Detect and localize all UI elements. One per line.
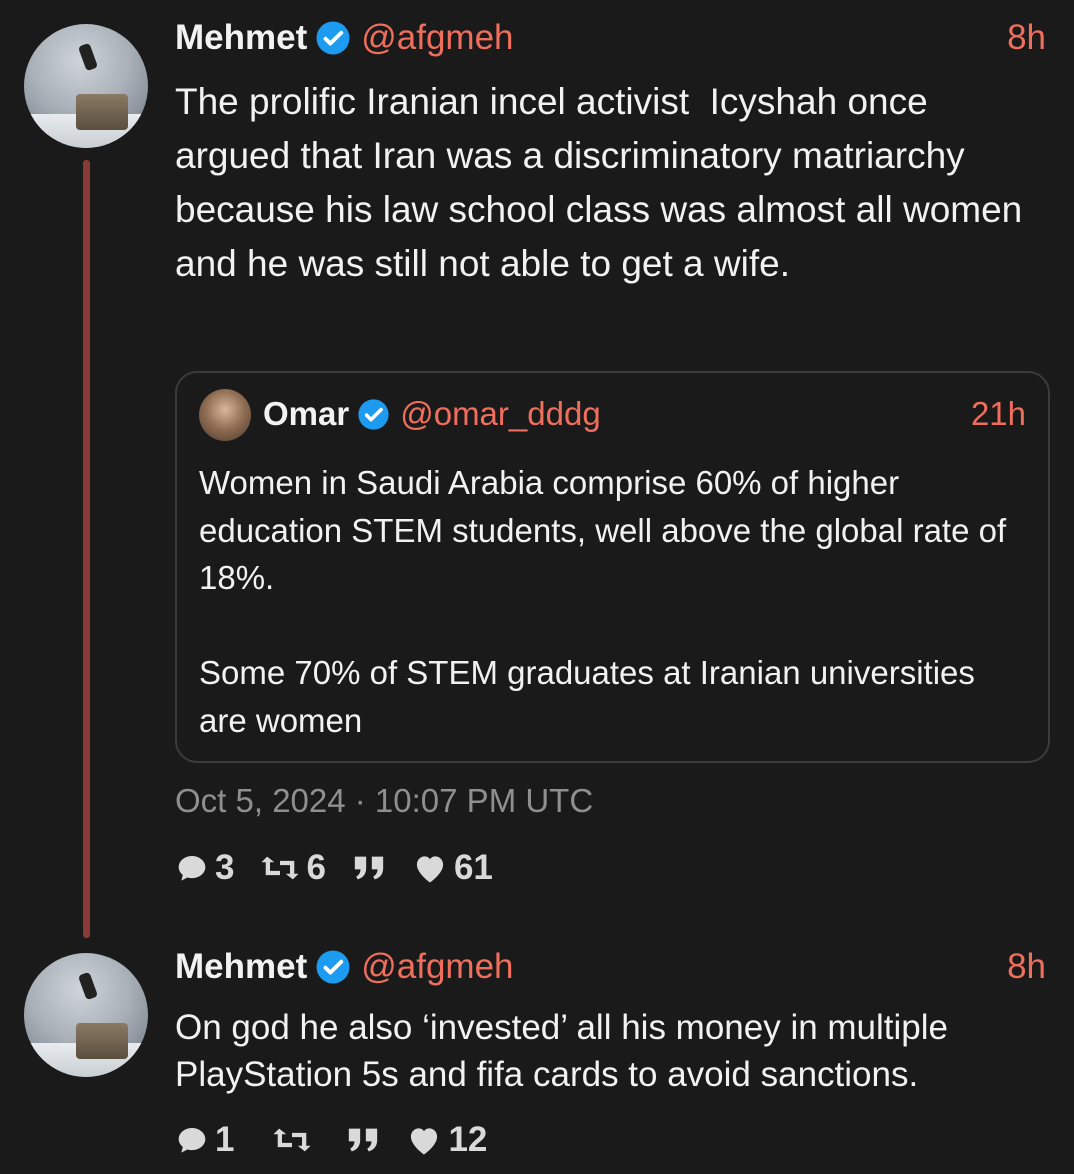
verified-badge-icon: [358, 398, 389, 430]
tweet-header: Mehmet @afgmeh: [175, 947, 514, 987]
like-button[interactable]: 61: [412, 848, 493, 888]
thread-line: [83, 160, 90, 938]
tweet-text: On god he also ‘invested’ all his money …: [175, 1008, 958, 1094]
retweet-icon: [261, 856, 300, 880]
retweet-button[interactable]: [272, 1124, 312, 1156]
reply-icon: [178, 856, 206, 881]
author-handle[interactable]: @afgmeh: [361, 947, 513, 987]
quote-tweet-card[interactable]: Omar @omar_dddg 21h Women in Saudi Arabi…: [175, 371, 1050, 763]
avatar[interactable]: [199, 389, 251, 441]
tweet-time[interactable]: 8h: [1007, 18, 1046, 58]
reply-button[interactable]: 3: [175, 848, 234, 888]
verified-badge-icon: [316, 950, 350, 984]
quote-icon: [354, 856, 384, 880]
tweet-text: The prolific Iranian incel activist Icys…: [175, 81, 1033, 284]
reply-count: 1: [215, 1120, 235, 1159]
like-count: 61: [453, 848, 493, 887]
tweet-actions: 3 6 61: [175, 848, 519, 888]
retweet-button[interactable]: 6: [260, 848, 326, 888]
author-name[interactable]: Mehmet: [175, 18, 307, 58]
quote-button[interactable]: [352, 853, 386, 883]
tweet-timestamp[interactable]: Oct 5, 2024 · 10:07 PM UTC: [175, 782, 593, 820]
tweet-header: Mehmet @afgmeh: [175, 18, 514, 58]
retweet-count: 6: [306, 848, 326, 887]
tweet-time[interactable]: 8h: [1007, 947, 1046, 987]
author-handle[interactable]: @afgmeh: [361, 18, 513, 58]
quote-icon: [349, 1128, 378, 1152]
avatar[interactable]: [24, 24, 148, 148]
quote-time[interactable]: 21h: [971, 395, 1026, 433]
heart-icon: [416, 856, 444, 883]
verified-badge-icon: [316, 21, 350, 55]
quote-author-name[interactable]: Omar: [263, 395, 349, 433]
reply-count: 3: [215, 848, 235, 887]
avatar[interactable]: [24, 953, 148, 1077]
like-count: 12: [448, 1120, 488, 1159]
quote-author-handle[interactable]: @omar_dddg: [400, 395, 600, 433]
retweet-icon: [273, 1128, 312, 1152]
heart-icon: [411, 1128, 438, 1155]
author-name[interactable]: Mehmet: [175, 947, 307, 987]
reply-button[interactable]: 1: [175, 1120, 234, 1160]
quote-header: Omar @omar_dddg: [263, 395, 601, 433]
reply-icon: [178, 1128, 206, 1153]
quote-text: Women in Saudi Arabia comprise 60% of hi…: [199, 464, 1007, 739]
tweet-actions: 1 12: [175, 1120, 513, 1160]
quote-button[interactable]: [346, 1125, 380, 1155]
like-button[interactable]: 12: [406, 1120, 487, 1160]
